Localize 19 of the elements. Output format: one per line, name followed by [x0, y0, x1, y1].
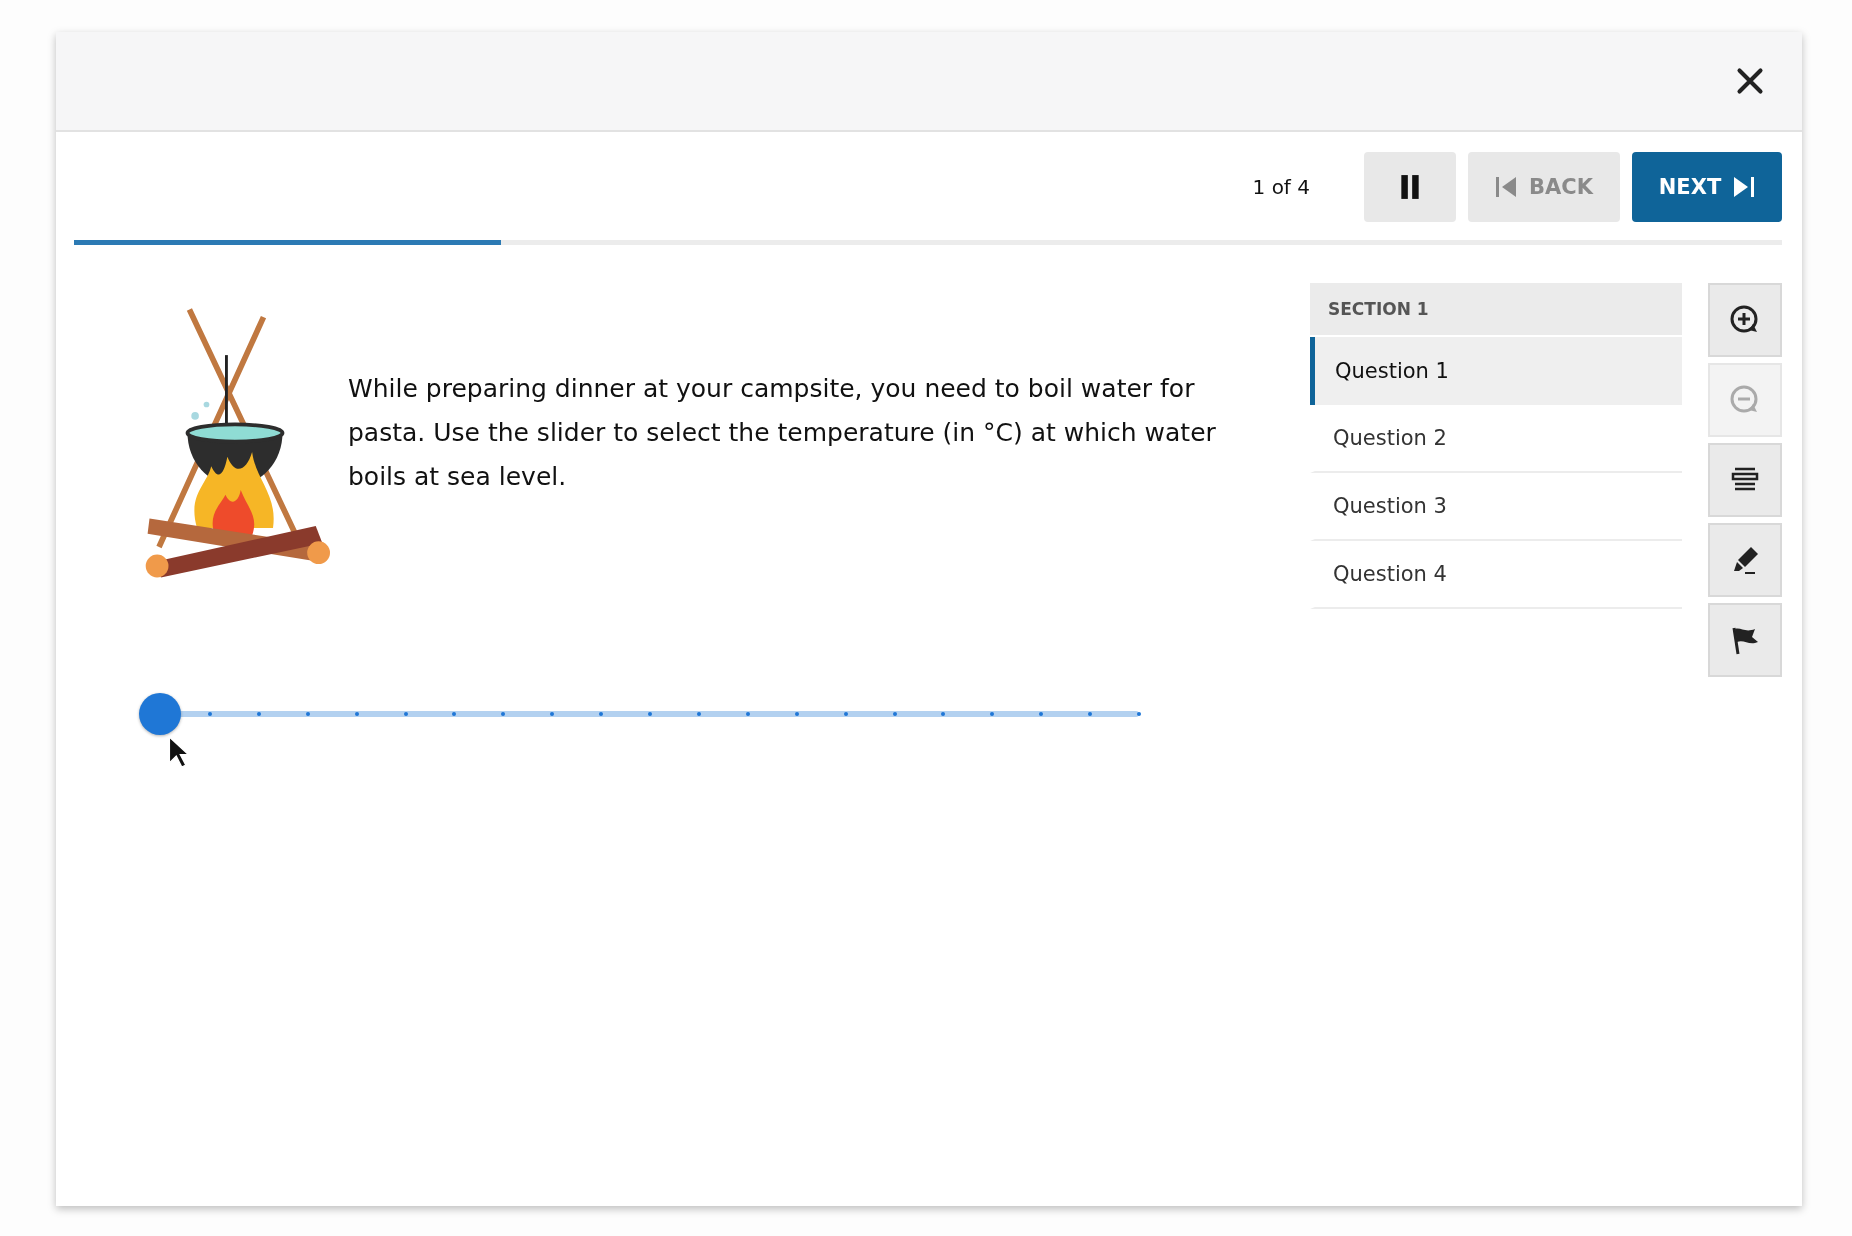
- highlighter-button[interactable]: [1708, 523, 1782, 597]
- section-heading: SECTION 1: [1310, 283, 1682, 335]
- close-icon[interactable]: [1736, 67, 1764, 95]
- slider-thumb[interactable]: [139, 693, 181, 735]
- question-text: While preparing dinner at your campsite, you need to boil water for pasta. Use the slider to select the temperature (in °C) at which water boils at sea level.: [348, 373, 1217, 493]
- question-nav-item[interactable]: Question 1: [1310, 337, 1682, 405]
- pointer-cursor-icon: [168, 735, 190, 769]
- skip-forward-icon: [1733, 175, 1756, 199]
- next-button[interactable]: NEXT: [1632, 152, 1782, 222]
- question-nav-item[interactable]: Question 4: [1310, 541, 1682, 609]
- pause-button[interactable]: [1364, 152, 1456, 222]
- question-counter: 1 of 4: [1252, 175, 1310, 199]
- line-reader-button[interactable]: [1708, 443, 1782, 517]
- zoom-in-button[interactable]: [1708, 283, 1782, 357]
- question-nav-item[interactable]: Question 2: [1310, 405, 1682, 473]
- skip-back-icon: [1495, 175, 1517, 199]
- question-nav-item[interactable]: Question 3: [1310, 473, 1682, 541]
- flag-button[interactable]: [1708, 603, 1782, 677]
- pause-icon: [1399, 174, 1421, 200]
